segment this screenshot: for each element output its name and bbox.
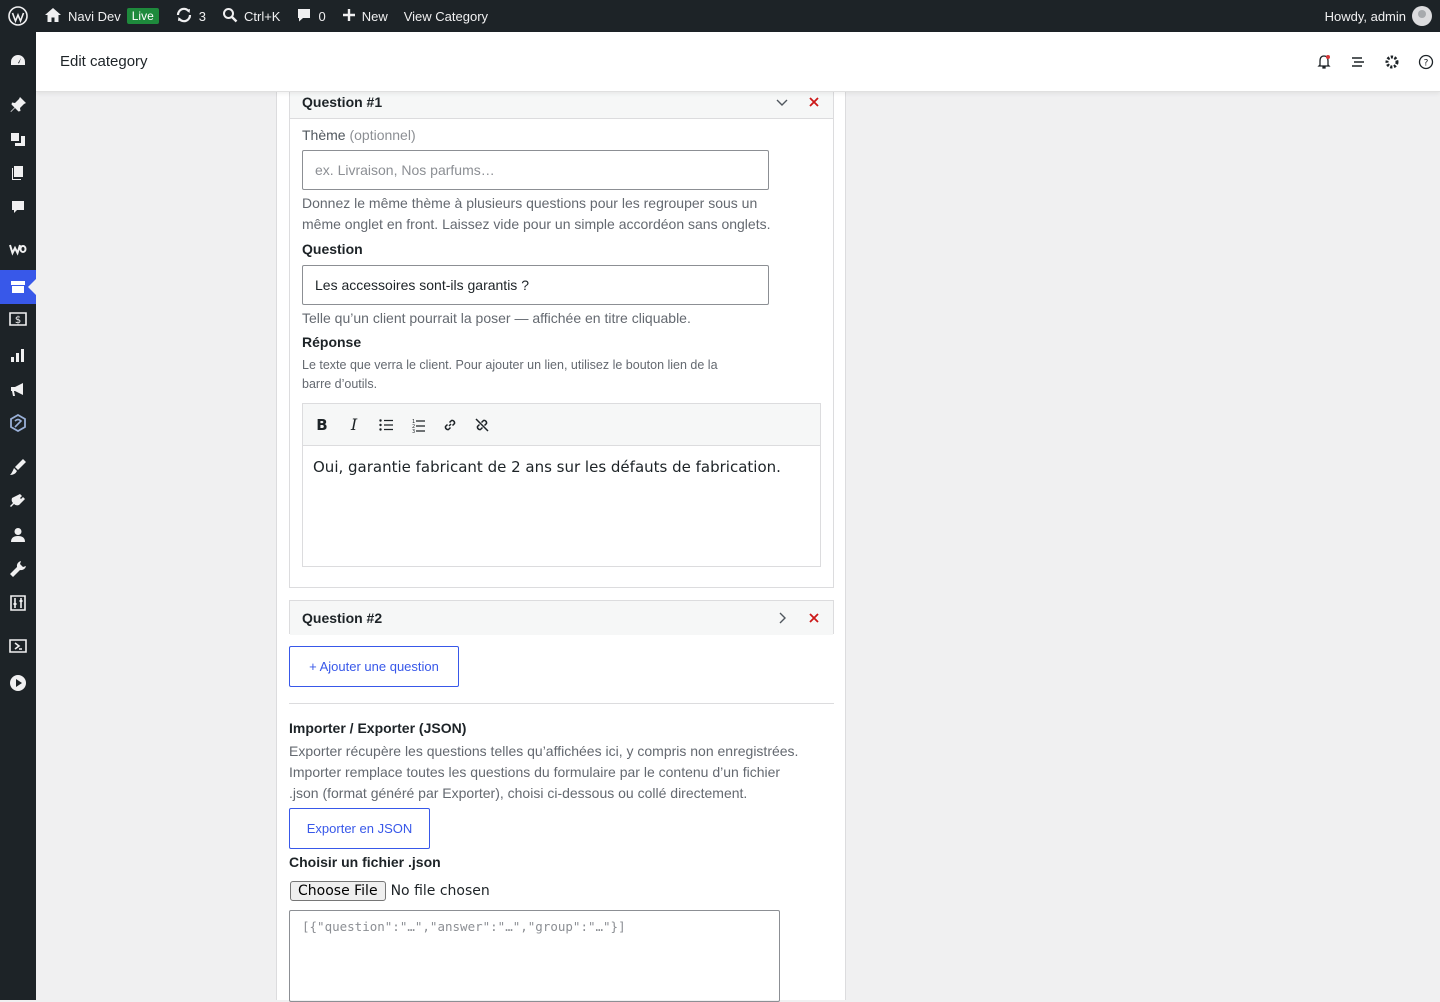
answer-help-line-2: barre d’outils. xyxy=(302,377,378,391)
answer-editor-content[interactable]: Oui, garantie fabricant de 2 ans sur les… xyxy=(303,446,820,488)
home-icon xyxy=(44,7,62,26)
view-category-label: View Category xyxy=(403,8,489,24)
theme-help-line-2: même onglet en front. Laissez vide pour … xyxy=(302,216,771,232)
import-export-desc-line-1: Exporter récupère les questions telles q… xyxy=(289,743,799,759)
new-label: New xyxy=(361,8,388,24)
posts-pin-icon[interactable] xyxy=(0,88,36,122)
settings-sliders-icon[interactable] xyxy=(0,586,36,620)
unlink-icon[interactable] xyxy=(473,416,491,434)
plugin-logo-icon[interactable] xyxy=(0,406,36,440)
media-icon[interactable] xyxy=(0,122,36,156)
answer-editor: B I 123 Oui, garantie fabricant de 2 ans… xyxy=(302,403,821,567)
file-input: Choose File No file chosen xyxy=(290,881,490,901)
remove-question-2-icon[interactable] xyxy=(807,611,821,625)
choose-file-button[interactable]: Choose File xyxy=(290,881,386,901)
question-1-title: Question #1 xyxy=(302,93,383,110)
payments-icon[interactable]: $ xyxy=(0,302,36,336)
site-name: Navi Dev xyxy=(68,8,121,24)
analytics-icon[interactable] xyxy=(0,338,36,372)
code-editor-icon[interactable] xyxy=(0,629,36,663)
woocommerce-icon[interactable] xyxy=(0,232,36,266)
answer-label: Réponse xyxy=(302,334,362,350)
appearance-brush-icon[interactable] xyxy=(0,450,36,484)
theme-help-line-1: Donnez le même thème à plusieurs questio… xyxy=(302,195,758,211)
import-export-description: Exporter récupère les questions telles q… xyxy=(289,741,829,804)
editor-toolbar: B I 123 xyxy=(303,404,820,446)
updates-count: 3 xyxy=(198,8,206,24)
export-json-button[interactable]: Exporter en JSON xyxy=(289,808,430,849)
theme-label: Thème (optionnel) xyxy=(302,127,416,143)
theme-optional-text: (optionnel) xyxy=(349,127,416,143)
users-icon[interactable] xyxy=(0,518,36,552)
live-badge: Live xyxy=(126,8,159,24)
chevron-right-icon[interactable] xyxy=(775,611,789,625)
svg-text:3: 3 xyxy=(412,429,415,434)
faq-metabox: Question #1 Thème (optionnel) ex. Livrai… xyxy=(276,84,846,1002)
updates-link[interactable]: 3 xyxy=(167,0,214,32)
theme-label-text: Thème xyxy=(302,127,346,143)
list-view-icon[interactable] xyxy=(1350,54,1366,70)
json-file-label: Choisir un fichier .json xyxy=(289,854,441,870)
site-name-link[interactable]: Navi Dev Live xyxy=(36,0,167,32)
question-2-title: Question #2 xyxy=(302,610,383,626)
bold-icon[interactable]: B xyxy=(313,416,331,434)
wordpress-logo-icon[interactable] xyxy=(0,0,36,32)
admin-sidebar: $ xyxy=(0,32,36,1000)
question-input[interactable]: Les accessoires sont-ils garantis ? xyxy=(302,265,769,305)
tools-wrench-icon[interactable] xyxy=(0,552,36,586)
svg-text:?: ? xyxy=(1424,58,1429,68)
new-content-link[interactable]: New xyxy=(334,0,396,32)
svg-text:I: I xyxy=(350,416,358,434)
question-help: Telle qu’un client pourrait la poser — a… xyxy=(302,310,691,326)
marketing-megaphone-icon[interactable] xyxy=(0,372,36,406)
import-export-heading: Importer / Exporter (JSON) xyxy=(289,720,467,736)
products-archive-icon[interactable] xyxy=(0,270,36,304)
theme-help: Donnez le même thème à plusieurs questio… xyxy=(302,193,802,235)
comment-icon xyxy=(296,7,312,26)
dashboard-icon[interactable] xyxy=(0,44,36,78)
question-2-header[interactable]: Question #2 xyxy=(290,601,833,635)
svg-text:$: $ xyxy=(15,315,21,326)
play-circle-icon[interactable] xyxy=(0,666,36,700)
refresh-icon xyxy=(175,6,193,27)
link-icon[interactable] xyxy=(441,416,459,434)
comments-link[interactable]: 0 xyxy=(288,0,333,32)
editor-header: Edit category ? xyxy=(36,32,1440,92)
question-label: Question xyxy=(302,241,363,257)
italic-icon[interactable]: I xyxy=(345,416,363,434)
divider xyxy=(289,703,834,704)
bullet-list-icon[interactable] xyxy=(377,416,395,434)
pages-icon[interactable] xyxy=(0,156,36,190)
notification-bell-icon[interactable] xyxy=(1316,54,1332,70)
question-card-1: Question #1 Thème (optionnel) ex. Livrai… xyxy=(289,84,834,588)
settings-gear-icon[interactable] xyxy=(1384,54,1400,70)
question-card-2: Question #2 xyxy=(289,600,834,635)
avatar xyxy=(1412,6,1432,26)
plugins-icon[interactable] xyxy=(0,484,36,518)
search-shortcut: Ctrl+K xyxy=(244,8,281,24)
admin-bar: Navi Dev Live 3 Ctrl+K 0 New View Catego… xyxy=(0,0,1440,32)
greeting: Howdy, admin xyxy=(1324,8,1406,24)
svg-text:B: B xyxy=(316,416,327,434)
search-icon xyxy=(222,7,238,26)
comments-icon[interactable] xyxy=(0,190,36,224)
numbered-list-icon[interactable]: 123 xyxy=(409,416,427,434)
answer-help-line-1: Le texte que verra le client. Pour ajout… xyxy=(302,358,718,372)
json-paste-textarea[interactable]: [{"question":"…","answer":"…","group":"…… xyxy=(289,910,780,1002)
search-link[interactable]: Ctrl+K xyxy=(214,0,288,32)
answer-help: Le texte que verra le client. Pour ajout… xyxy=(302,356,762,394)
theme-input[interactable]: ex. Livraison, Nos parfums… xyxy=(302,150,769,190)
no-file-chosen-text: No file chosen xyxy=(390,883,490,899)
help-icon[interactable]: ? xyxy=(1418,54,1434,70)
import-export-desc-line-3: .json (format généré par Exporter), choi… xyxy=(289,785,748,801)
chevron-down-icon[interactable] xyxy=(775,95,789,109)
plus-icon xyxy=(342,8,356,25)
import-export-desc-line-2: Importer remplace toutes les questions d… xyxy=(289,764,781,780)
my-account-link[interactable]: Howdy, admin xyxy=(1317,0,1440,32)
comments-count: 0 xyxy=(318,8,326,24)
page-title: Edit category xyxy=(60,53,148,70)
remove-question-1-icon[interactable] xyxy=(807,95,821,109)
add-question-button[interactable]: + Ajouter une question xyxy=(289,646,459,687)
view-category-link[interactable]: View Category xyxy=(396,0,496,32)
